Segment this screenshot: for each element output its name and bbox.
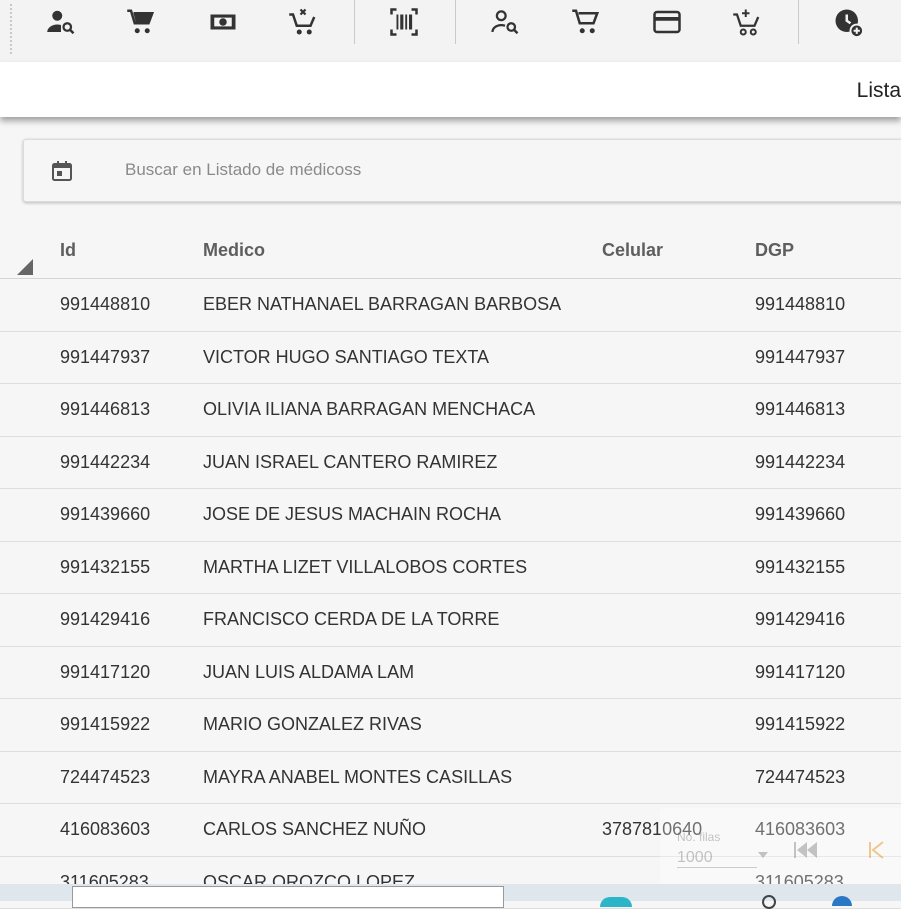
cell-medico: JUAN ISRAEL CANTERO RAMIREZ <box>203 452 497 473</box>
pager: No. filas 1000 <box>660 808 901 886</box>
rows-per-page-select[interactable]: 1000 <box>677 849 757 868</box>
cell-id: 991448810 <box>60 294 150 315</box>
cell-medico: FRANCISCO CERDA DE LA TORRE <box>203 609 499 630</box>
cell-medico: EBER NATHANAEL BARRAGAN BARBOSA <box>203 294 561 315</box>
toolbar-grip[interactable] <box>10 4 12 54</box>
bottom-strip <box>0 884 901 901</box>
previous-page-icon[interactable] <box>867 838 887 862</box>
table-row[interactable]: 991448810 EBER NATHANAEL BARRAGAN BARBOSA… <box>0 279 901 332</box>
toolbar-separator <box>455 0 456 44</box>
cell-id: 991429416 <box>60 609 150 630</box>
cell-id: 991446813 <box>60 399 150 420</box>
toolbar <box>0 0 901 62</box>
cell-dgp: 991415922 <box>755 714 845 735</box>
table-row[interactable]: 991442234 JUAN ISRAEL CANTERO RAMIREZ 9914… <box>0 437 901 490</box>
table-row[interactable]: 991432155 MARTHA LIZET VILLALOBOS CORTES 9… <box>0 542 901 595</box>
column-header-celular[interactable]: Celular <box>602 240 663 261</box>
cell-id: 991439660 <box>60 504 150 525</box>
cell-dgp: 991429416 <box>755 609 845 630</box>
table-row[interactable]: 991415922 MARIO GONZALEZ RIVAS 991415922 <box>0 699 901 752</box>
cell-medico: JUAN LUIS ALDAMA LAM <box>203 662 414 683</box>
select-all-corner-icon[interactable] <box>17 259 33 275</box>
search-box[interactable]: Buscar en Listado de médicoss <box>23 139 901 202</box>
app-icon[interactable] <box>762 895 776 909</box>
app-icon[interactable] <box>832 896 852 906</box>
toolbar-separator <box>354 0 355 44</box>
column-header-dgp[interactable]: DGP <box>755 240 794 261</box>
cell-id: 991447937 <box>60 347 150 368</box>
rows-label: No. filas <box>677 830 720 844</box>
cell-medico: VICTOR HUGO SANTIAGO TEXTA <box>203 347 489 368</box>
remove-shopping-cart-outline-icon[interactable] <box>727 0 767 44</box>
window-thumbnail[interactable] <box>72 886 504 908</box>
table-row[interactable]: 991439660 JOSE DE JESUS MACHAIN ROCHA 9914… <box>0 489 901 542</box>
remove-shopping-cart-icon[interactable] <box>283 0 323 44</box>
cell-medico: CARLOS SANCHEZ NUÑO <box>203 819 426 840</box>
cell-id: 416083603 <box>60 819 150 840</box>
column-header-id[interactable]: Id <box>60 240 76 261</box>
cell-id: 991432155 <box>60 557 150 578</box>
person-search-outline-icon[interactable] <box>485 0 525 44</box>
chevron-down-icon[interactable] <box>758 852 768 858</box>
cell-id: 991442234 <box>60 452 150 473</box>
calendar-icon[interactable] <box>50 159 74 183</box>
cell-dgp: 724474523 <box>755 767 845 788</box>
app-icon[interactable] <box>600 897 632 907</box>
first-page-icon[interactable] <box>792 838 820 862</box>
cell-medico: MARIO GONZALEZ RIVAS <box>203 714 422 735</box>
credit-card-icon[interactable] <box>647 0 687 44</box>
table-row[interactable]: 991429416 FRANCISCO CERDA DE LA TORRE 9914… <box>0 594 901 647</box>
column-header-medico[interactable]: Medico <box>203 240 265 261</box>
table-row[interactable]: 991447937 VICTOR HUGO SANTIAGO TEXTA 99144… <box>0 332 901 385</box>
shopping-cart-icon[interactable] <box>121 0 161 44</box>
cell-medico: JOSE DE JESUS MACHAIN ROCHA <box>203 504 501 525</box>
cell-dgp: 991442234 <box>755 452 845 473</box>
toolbar-separator <box>798 0 799 44</box>
cell-dgp: 991447937 <box>755 347 845 368</box>
shopping-cart-outline-icon[interactable] <box>566 0 606 44</box>
money-icon[interactable] <box>203 0 243 44</box>
barcode-scanner-icon[interactable] <box>384 0 424 44</box>
table-row[interactable]: 991417120 JUAN LUIS ALDAMA LAM 991417120 <box>0 647 901 700</box>
cell-dgp: 991417120 <box>755 662 845 683</box>
cell-dgp: 991432155 <box>755 557 845 578</box>
table-header: Id Medico Celular DGP <box>0 222 901 279</box>
clock-add-icon[interactable] <box>828 0 868 44</box>
cell-id: 991415922 <box>60 714 150 735</box>
table-row[interactable]: 991446813 OLIVIA ILIANA BARRAGAN MENCHACA… <box>0 384 901 437</box>
title-bar: Lista <box>0 62 901 117</box>
cell-id: 724474523 <box>60 767 150 788</box>
medicos-table: Id Medico Celular DGP 991448810 EBER NATH… <box>0 222 901 909</box>
cell-dgp: 991439660 <box>755 504 845 525</box>
cell-medico: MAYRA ANABEL MONTES CASILLAS <box>203 767 512 788</box>
cell-id: 991417120 <box>60 662 150 683</box>
table-row[interactable]: 724474523 MAYRA ANABEL MONTES CASILLAS 724… <box>0 752 901 805</box>
search-input[interactable]: Buscar en Listado de médicoss <box>125 160 361 180</box>
person-search-icon[interactable] <box>41 0 81 44</box>
cell-dgp: 991446813 <box>755 399 845 420</box>
cell-medico: OLIVIA ILIANA BARRAGAN MENCHACA <box>203 399 535 420</box>
cell-medico: MARTHA LIZET VILLALOBOS CORTES <box>203 557 527 578</box>
cell-dgp: 991448810 <box>755 294 845 315</box>
page-title: Lista <box>857 79 901 103</box>
